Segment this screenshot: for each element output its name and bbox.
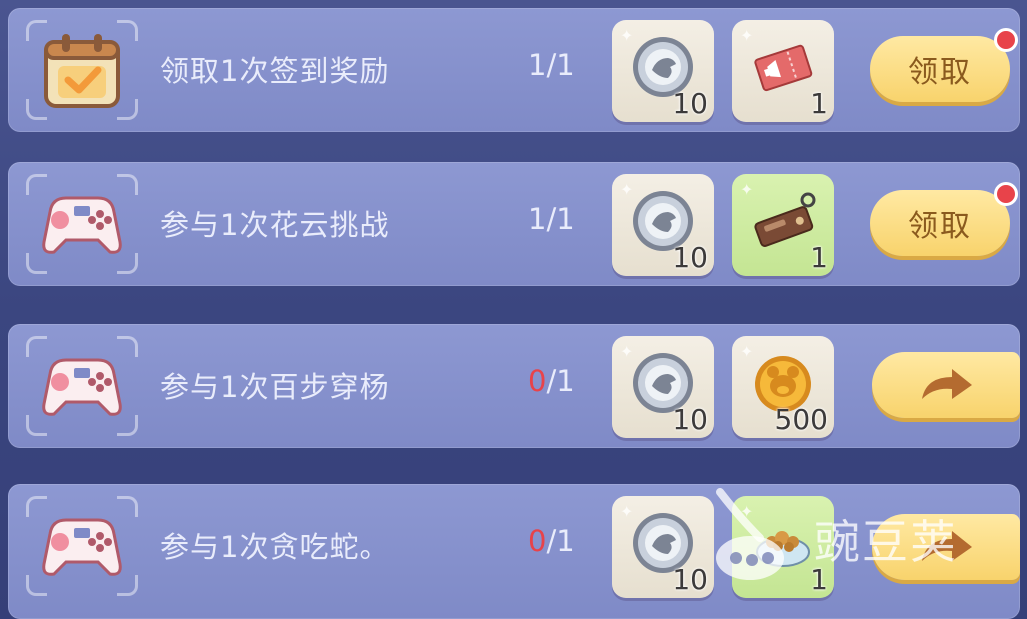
reward-count: 10 — [672, 87, 708, 120]
task-label: 参与1次花云挑战 — [160, 208, 390, 242]
reward-slot[interactable]: ✦ 10 — [612, 496, 714, 598]
progress-separator: / — [546, 48, 557, 82]
progress-separator: / — [546, 524, 557, 558]
reward-slot[interactable]: ✦ 500 — [732, 336, 834, 438]
progress-total: 1 — [556, 202, 575, 236]
progress-current: 0 — [528, 524, 547, 558]
progress-current: 0 — [528, 364, 547, 398]
reward-count: 500 — [774, 403, 828, 436]
gamepad-icon — [42, 358, 122, 416]
progress-total: 1 — [556, 48, 575, 82]
task-icon-frame — [26, 496, 138, 596]
task-progress: 0/1 — [528, 364, 575, 398]
calendar-check-icon — [44, 34, 120, 108]
reward-slot[interactable]: ✦ 1 — [732, 20, 834, 122]
task-row: 领取1次签到奖励 1/1 ✦ 10 ✦ 1 领取 — [8, 8, 1020, 132]
reward-count: 10 — [672, 403, 708, 436]
task-progress: 1/1 — [528, 202, 575, 236]
arrow-right-icon — [922, 369, 972, 399]
gamepad-icon — [42, 518, 122, 576]
task-progress: 1/1 — [528, 48, 575, 82]
reward-slot[interactable]: ✦ 1 — [732, 496, 834, 598]
reward-count: 10 — [672, 241, 708, 274]
notification-dot — [994, 182, 1018, 206]
arrow-right-icon — [922, 531, 972, 561]
go-button[interactable] — [872, 514, 1020, 580]
notification-dot — [994, 28, 1018, 52]
reward-count: 10 — [672, 563, 708, 596]
ticket-icon — [754, 44, 813, 92]
reward-slot[interactable]: ✦ 1 — [732, 174, 834, 276]
progress-total: 1 — [556, 524, 575, 558]
claim-button[interactable]: 领取 — [870, 36, 1010, 102]
task-icon-frame — [26, 20, 138, 120]
claim-button[interactable]: 领取 — [870, 190, 1010, 256]
gamepad-icon — [42, 196, 122, 254]
task-icon-frame — [26, 174, 138, 274]
task-icon-frame — [26, 336, 138, 436]
task-label: 参与1次贪吃蛇。 — [160, 530, 390, 564]
reward-slot[interactable]: ✦ 10 — [612, 336, 714, 438]
progress-total: 1 — [556, 364, 575, 398]
reward-count: 1 — [810, 241, 828, 274]
task-row: 参与1次花云挑战 1/1 ✦ 10 ✦ 1 领取 — [8, 162, 1020, 286]
food-bowl-icon — [756, 531, 810, 567]
task-label: 领取1次签到奖励 — [160, 54, 390, 88]
task-row: 参与1次贪吃蛇。 0/1 ✦ 10 ✦ 1 — [8, 484, 1020, 619]
progress-current: 1 — [528, 202, 547, 236]
reward-slot[interactable]: ✦ 10 — [612, 20, 714, 122]
task-row: 参与1次百步穿杨 0/1 ✦ 10 ✦ 500 — [8, 324, 1020, 448]
progress-current: 1 — [528, 48, 547, 82]
go-button[interactable] — [872, 352, 1020, 418]
progress-separator: / — [546, 364, 557, 398]
reward-slot[interactable]: ✦ 10 — [612, 174, 714, 276]
reward-count: 1 — [810, 563, 828, 596]
task-label: 参与1次百步穿杨 — [160, 370, 390, 404]
progress-separator: / — [546, 202, 557, 236]
task-progress: 0/1 — [528, 524, 575, 558]
reward-count: 1 — [810, 87, 828, 120]
